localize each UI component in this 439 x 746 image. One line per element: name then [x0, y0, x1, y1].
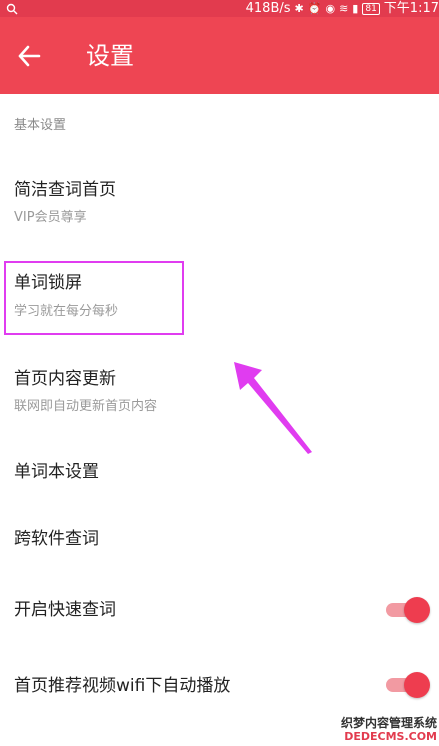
network-speed: 418B/s — [245, 1, 291, 16]
watermark-line1: 织梦内容管理系统 — [340, 716, 437, 730]
arrow-left-icon[interactable] — [16, 43, 42, 69]
annotation-arrow-icon — [234, 362, 312, 454]
watermark: 织梦内容管理系统 DEDECMS.COM — [341, 716, 437, 744]
watermark-line2: DEDECMS.COM — [344, 730, 437, 743]
signal-icon: ▮ — [352, 2, 359, 15]
battery-icon: 81 — [362, 2, 380, 15]
section-header: 基本设置 — [14, 118, 67, 133]
toggle-knob — [404, 672, 430, 698]
settings-item-title: 首页推荐视频wifi下自动播放 — [14, 676, 231, 696]
wifi-icon: ≋ — [339, 2, 349, 15]
quick-lookup-toggle[interactable] — [386, 596, 430, 623]
alarm-icon: ⏰ — [307, 2, 322, 15]
settings-item-title: 首页内容更新 — [14, 369, 116, 389]
eye-icon: ◉ — [325, 2, 336, 15]
status-time: 下午1:17 — [383, 1, 439, 16]
bluetooth-icon: ✱ — [294, 2, 304, 15]
app-bar: 设置 — [0, 17, 439, 94]
settings-item-title: 简洁查词首页 — [14, 180, 116, 200]
settings-item-title: 单词本设置 — [14, 462, 99, 482]
settings-item-subtitle: 联网即自动更新首页内容 — [14, 399, 158, 414]
search-icon — [6, 0, 18, 17]
highlight-box — [4, 261, 184, 335]
settings-item-subtitle: VIP会员尊享 — [14, 210, 87, 225]
settings-item-title: 跨软件查词 — [14, 529, 99, 549]
status-bar: 418B/s ✱ ⏰ ◉ ≋ ▮ 81 下午1:17 — [0, 0, 439, 17]
status-indicators: 418B/s ✱ ⏰ ◉ ≋ ▮ 81 下午1:17 — [246, 0, 439, 17]
settings-item-title: 开启快速查词 — [14, 600, 116, 620]
video-autoplay-toggle[interactable] — [386, 671, 430, 698]
toggle-knob — [404, 597, 430, 623]
page-title: 设置 — [86, 42, 134, 70]
